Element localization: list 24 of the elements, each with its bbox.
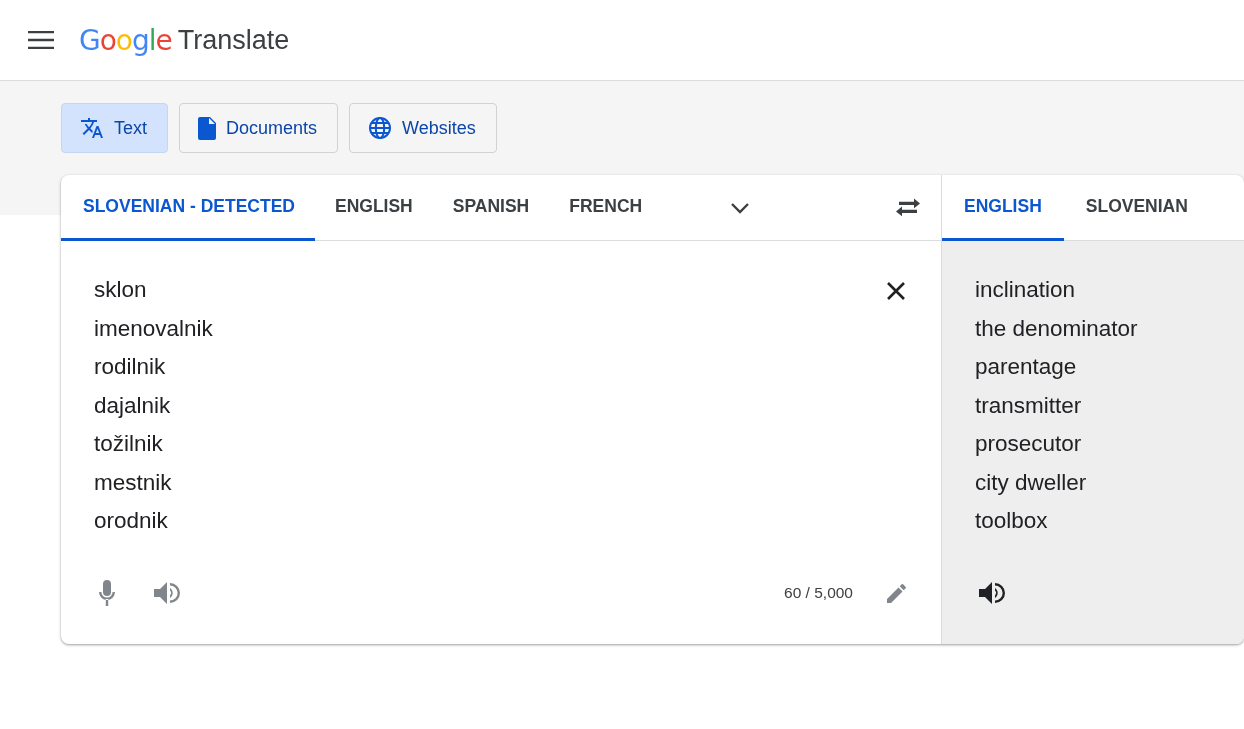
source-text-line: orodnik	[94, 507, 169, 535]
language-tab[interactable]: FRENCH	[549, 175, 663, 241]
source-text-line: rodilnik	[94, 353, 167, 381]
language-tab[interactable]: ENGLISH	[314, 175, 433, 241]
translated-text-line: inclination	[975, 276, 1077, 304]
source-text-line: dajalnik	[94, 391, 172, 420]
source-text-line: mestnik	[94, 468, 173, 497]
translated-text-line: prosecutor	[975, 430, 1083, 458]
character-count: 60 / 5,000	[784, 584, 853, 602]
language-tab[interactable]: SPANISH	[432, 175, 550, 241]
app-title: Translate	[177, 24, 290, 56]
translated-text-line: parentage	[975, 353, 1078, 381]
translated-text-line: toolbox	[975, 507, 1049, 535]
source-text-line: tožilnik	[94, 430, 164, 458]
language-tab[interactable]: SLOVENIAN - DETECTED	[61, 175, 315, 241]
translated-text-line: city dweller	[975, 468, 1088, 497]
source-text-line: imenovalnik	[94, 314, 214, 343]
translated-text-line: the denominator	[975, 314, 1139, 343]
language-tab[interactable]: SLOVENIAN	[1063, 175, 1210, 241]
mode-tab[interactable]: Websites	[349, 103, 497, 153]
translated-text-line: transmitter	[975, 391, 1083, 420]
mode-tab[interactable]: Documents	[179, 103, 339, 153]
source-text-line: sklon	[94, 276, 148, 304]
mode-tab[interactable]: Text	[61, 103, 168, 153]
